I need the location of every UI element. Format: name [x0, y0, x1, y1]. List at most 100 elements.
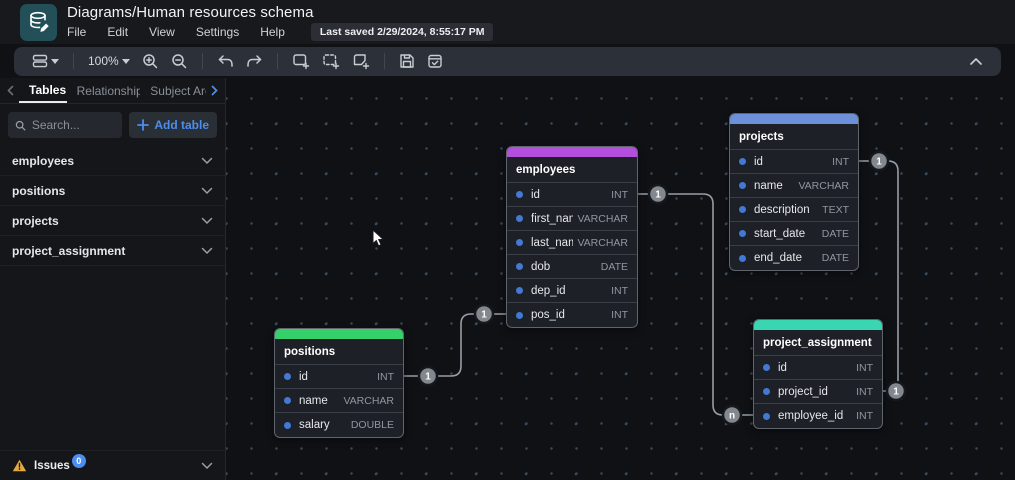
diagram-tree-icon — [32, 54, 48, 68]
table-title[interactable]: projects — [730, 124, 858, 150]
sidebar-tabs: TablesRelationshipsSubject Are — [0, 78, 225, 104]
table-field-row[interactable]: employee_id INT — [754, 404, 882, 428]
chevron-down-icon[interactable] — [201, 217, 213, 225]
menu-items: File Edit View Settings Help — [67, 23, 306, 41]
table-field-row[interactable]: id INT — [507, 183, 637, 207]
tab-subject-are[interactable]: Subject Are — [140, 78, 206, 103]
field-name: id — [531, 188, 540, 201]
table-field-row[interactable]: dob DATE — [507, 255, 637, 279]
field-name: description — [754, 203, 810, 216]
todo-button[interactable] — [421, 49, 449, 73]
zoom-level-select[interactable]: 100% — [82, 50, 136, 72]
field-type: INT — [856, 385, 873, 398]
cardinality-label: 1 — [893, 387, 899, 398]
field-dot-icon — [739, 230, 746, 237]
main-area: TablesRelationshipsSubject Are Add table — [0, 78, 1015, 480]
table-field-row[interactable]: pos_id INT — [507, 303, 637, 327]
add-note-button[interactable] — [346, 48, 376, 74]
issues-row[interactable]: Issues 0 — [0, 450, 225, 480]
table-field-row[interactable]: name VARCHAR — [730, 174, 858, 198]
diagram-table-employees[interactable]: employees id INT first_name VARCHAR last… — [506, 146, 638, 328]
table-title[interactable]: project_assignment — [754, 330, 882, 356]
table-field-row[interactable]: dep_id INT — [507, 279, 637, 303]
chevron-down-icon[interactable] — [201, 462, 213, 470]
field-dot-icon — [739, 158, 746, 165]
table-title[interactable]: employees — [507, 157, 637, 183]
sidebar-item-employees[interactable]: employees — [0, 146, 225, 176]
relationship-edge-positions_id_to_employees_pos_id[interactable] — [404, 313, 506, 377]
table-field-row[interactable]: start_date DATE — [730, 222, 858, 246]
table-field-row[interactable]: last_name VARCHAR — [507, 231, 637, 255]
add-table-toolbar-button[interactable] — [286, 48, 316, 74]
save-button[interactable] — [393, 49, 421, 73]
field-dot-icon — [516, 287, 523, 294]
table-field-row[interactable]: id INT — [730, 150, 858, 174]
field-dot-icon — [739, 254, 746, 262]
field-name: first_name — [531, 212, 573, 225]
table-accent-bar — [275, 329, 403, 339]
field-name: id — [299, 370, 308, 383]
sidebar-item-projects[interactable]: projects — [0, 206, 225, 236]
field-name: dep_id — [531, 284, 566, 297]
diagram-table-positions[interactable]: positions id INT name VARCHAR salary DOU… — [274, 328, 404, 438]
redo-button[interactable] — [240, 49, 269, 73]
collapse-toolbar-button[interactable] — [963, 53, 989, 70]
field-name: employee_id — [778, 410, 844, 422]
save-icon — [400, 54, 414, 68]
tab-relationships[interactable]: Relationships — [67, 78, 141, 103]
menu-item-help[interactable]: Help — [260, 24, 285, 40]
chevron-down-icon[interactable] — [201, 157, 213, 165]
search-box[interactable] — [8, 112, 123, 138]
zoom-out-button[interactable] — [165, 49, 194, 74]
field-name: project_id — [778, 385, 828, 398]
diagram-table-projects[interactable]: projects id INT name VARCHAR description… — [729, 113, 859, 271]
menu-item-file[interactable]: File — [67, 24, 86, 40]
table-field-row[interactable]: name VARCHAR — [275, 389, 403, 413]
chevron-down-icon[interactable] — [201, 187, 213, 195]
table-field-row[interactable]: end_date DATE — [730, 246, 858, 270]
table-field-row[interactable]: description TEXT — [730, 198, 858, 222]
toolbar-divider — [383, 53, 385, 69]
field-dot-icon — [284, 373, 291, 380]
menu-item-settings[interactable]: Settings — [196, 24, 239, 40]
field-dot-icon — [516, 311, 523, 319]
issues-count-badge: 0 — [71, 453, 86, 468]
tabs-scroll-right-button[interactable] — [206, 78, 223, 103]
menu-bar: File Edit View Settings Help Last saved 2/29… — [67, 22, 494, 41]
field-type: DATE — [600, 260, 628, 273]
table-field-row[interactable]: first_name VARCHAR — [507, 207, 637, 231]
search-input[interactable] — [31, 118, 116, 132]
add-table-button[interactable]: Add table — [129, 112, 217, 138]
tab-tables[interactable]: Tables — [19, 78, 67, 103]
field-type: INT — [611, 309, 628, 321]
cardinality-label: 1 — [876, 157, 882, 168]
table-field-row[interactable]: id INT — [275, 365, 403, 389]
menu-item-view[interactable]: View — [149, 24, 175, 40]
database-pencil-icon — [29, 11, 49, 32]
field-dot-icon — [284, 397, 291, 404]
field-type: INT — [611, 188, 628, 201]
menu-item-edit[interactable]: Edit — [107, 24, 128, 40]
field-dot-icon — [763, 364, 770, 371]
zoom-in-button[interactable] — [136, 49, 165, 74]
field-name: id — [754, 155, 763, 168]
table-title[interactable]: positions — [275, 339, 403, 365]
table-field-row[interactable]: id INT — [754, 356, 882, 380]
chevron-down-icon[interactable] — [201, 247, 213, 255]
search-row: Add table — [0, 104, 225, 146]
diagram-menu-button[interactable] — [26, 49, 65, 73]
add-subject-area-icon — [323, 54, 339, 70]
diagram-table-project_assignment[interactable]: project_assignment id INT project_id INT… — [753, 319, 883, 429]
app-logo[interactable] — [20, 3, 57, 41]
diagram-canvas[interactable]: 1 1 1 n 1 1 employees id INT first_name VARCH… — [226, 78, 1015, 480]
cardinality-label: 1 — [655, 190, 661, 201]
field-type: VARCHAR — [343, 394, 394, 407]
table-field-row[interactable]: project_id INT — [754, 380, 882, 404]
undo-icon — [218, 55, 233, 67]
undo-button[interactable] — [211, 49, 240, 73]
table-field-row[interactable]: salary DOUBLE — [275, 413, 403, 437]
tabs-scroll-left-button[interactable] — [2, 78, 19, 103]
add-area-button[interactable] — [316, 48, 346, 74]
sidebar-item-project_assignment[interactable]: project_assignment — [0, 236, 225, 266]
sidebar-item-positions[interactable]: positions — [0, 176, 225, 206]
